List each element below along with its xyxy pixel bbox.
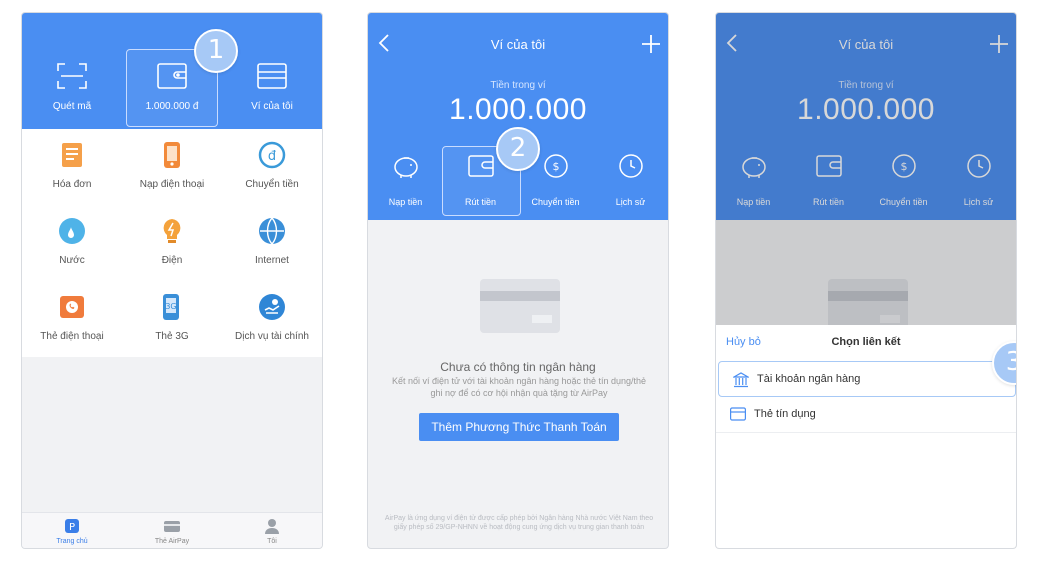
scan-button[interactable]: Quét mã — [22, 13, 122, 129]
add-payment-method-button[interactable]: Thêm Phương Thức Thanh Toán — [419, 413, 619, 441]
clock-icon — [619, 154, 643, 178]
bank-icon — [733, 372, 749, 388]
service-3g-card[interactable]: 3G Thẻ 3G — [122, 281, 222, 357]
wallet-title: Ví của tôi — [490, 37, 546, 52]
electricity-icon — [163, 219, 181, 243]
service-label: Chuyển tiền — [245, 179, 299, 190]
home-header: Quét mã 1.000.000 đ Ví của tôi — [22, 13, 322, 129]
card-icon — [164, 521, 180, 532]
service-label: Thẻ 3G — [155, 331, 189, 342]
svg-text:$: $ — [553, 160, 560, 173]
wallet-balance-label: 1.000.000 đ — [145, 101, 199, 112]
phone-card-icon — [60, 296, 84, 318]
service-finance[interactable]: Dịch vụ tài chính — [222, 281, 322, 357]
history-button[interactable]: Lịch sử — [593, 143, 668, 219]
tab-me[interactable]: Tôi — [222, 513, 322, 548]
svg-text:đ: đ — [268, 149, 277, 164]
license-footer: AirPay là ứng dụng ví điện tử được cấp p… — [384, 515, 654, 531]
credit-card-icon — [730, 407, 746, 421]
transfer-icon: $ — [544, 154, 568, 178]
tab-card-label: Thẻ AirPay — [154, 538, 190, 545]
empty-state-description: Kết nối ví điện tử với tài khoản ngân hà… — [391, 376, 647, 398]
service-label: Thẻ điện thoại — [40, 331, 104, 342]
scan-icon — [57, 63, 87, 89]
tab-home[interactable]: P Trang chủ — [22, 513, 122, 548]
tab-me-label: Tôi — [267, 538, 277, 545]
transfer-label: Chuyển tiền — [531, 197, 580, 207]
service-label: Dịch vụ tài chính — [235, 331, 309, 342]
option-card-label: Thẻ tín dụng — [754, 408, 816, 420]
step-badge-2: 2 — [496, 127, 540, 171]
service-bill[interactable]: Hóa đơn — [22, 129, 122, 205]
home-screen: Quét mã 1.000.000 đ Ví của tôi 1 Hóa đơn… — [21, 12, 323, 549]
my-wallet-icon — [257, 63, 287, 89]
home-icon: P — [65, 519, 79, 533]
withdraw-icon — [468, 155, 494, 177]
wallet-header: Ví của tôi Tiền trong ví 1.000.000 Nạp t… — [368, 13, 668, 220]
svg-text:P: P — [69, 522, 75, 533]
service-water[interactable]: Nước — [22, 205, 122, 281]
scan-label: Quét mã — [52, 101, 92, 112]
balance-label: Tiền trong ví — [490, 80, 546, 91]
my-wallet-button[interactable]: Ví của tôi — [222, 13, 322, 129]
bottom-tab-bar: P Trang chủ Thẻ AirPay Tôi — [22, 512, 322, 548]
service-label: Hóa đơn — [52, 179, 92, 190]
wallet-link-screen: Ví của tôi Tiền trong ví 1.000.000 Nạp t… — [715, 12, 1017, 549]
deposit-label: Nạp tiền — [388, 197, 423, 207]
option-bank-label: Tài khoản ngân hàng — [757, 373, 861, 385]
option-credit-card[interactable]: Thẻ tín dụng — [716, 397, 1016, 433]
nav-bar: Ví của tôi — [368, 13, 668, 73]
wallet-icon — [157, 63, 187, 89]
finance-icon — [259, 294, 285, 320]
bank-card-illustration — [480, 279, 560, 333]
deposit-button[interactable]: Nạp tiền — [368, 143, 443, 219]
service-label: Nạp điện thoại — [139, 179, 205, 190]
service-phone-card[interactable]: Thẻ điện thoại — [22, 281, 122, 357]
plus-icon[interactable] — [640, 33, 662, 55]
user-icon — [265, 519, 279, 534]
service-transfer[interactable]: đ Chuyển tiền — [222, 129, 322, 205]
tab-airpay-card[interactable]: Thẻ AirPay — [122, 513, 222, 548]
bill-icon — [62, 143, 82, 167]
service-electricity[interactable]: Điện — [122, 205, 222, 281]
step-badge-1: 1 — [194, 29, 238, 73]
service-label: Điện — [161, 255, 183, 266]
link-options-sheet: Hủy bỏ Chọn liên kết Tài khoản ngân hàng… — [716, 325, 1016, 548]
internet-icon — [259, 217, 285, 245]
transfer-icon: đ — [258, 141, 286, 169]
wallet-screen: Ví của tôi Tiền trong ví 1.000.000 Nạp t… — [367, 12, 669, 549]
option-bank-account[interactable]: Tài khoản ngân hàng — [718, 361, 1016, 397]
service-internet[interactable]: Internet — [222, 205, 322, 281]
balance-amount: 1.000.000 — [449, 93, 587, 126]
history-label: Lịch sử — [615, 197, 646, 207]
tab-home-label: Trang chủ — [56, 538, 88, 545]
services-grid: Hóa đơn Nạp điện thoại đ Chuyển tiền Nướ… — [22, 129, 322, 357]
service-phone-topup[interactable]: Nạp điện thoại — [122, 129, 222, 205]
empty-state-title: Chưa có thông tin ngân hàng — [440, 360, 596, 374]
phone-topup-icon — [164, 142, 180, 168]
service-label: Nước — [59, 255, 85, 266]
sheet-title: Chọn liên kết — [831, 336, 901, 348]
my-wallet-label: Ví của tôi — [251, 101, 293, 112]
service-label: Internet — [255, 255, 289, 266]
3g-card-icon: 3G — [163, 294, 179, 320]
sheet-header: Hủy bỏ Chọn liên kết — [716, 325, 1016, 359]
water-icon — [59, 218, 85, 244]
piggy-bank-icon — [394, 157, 418, 178]
withdraw-label: Rút tiền — [464, 197, 497, 207]
svg-text:3G: 3G — [165, 302, 176, 311]
